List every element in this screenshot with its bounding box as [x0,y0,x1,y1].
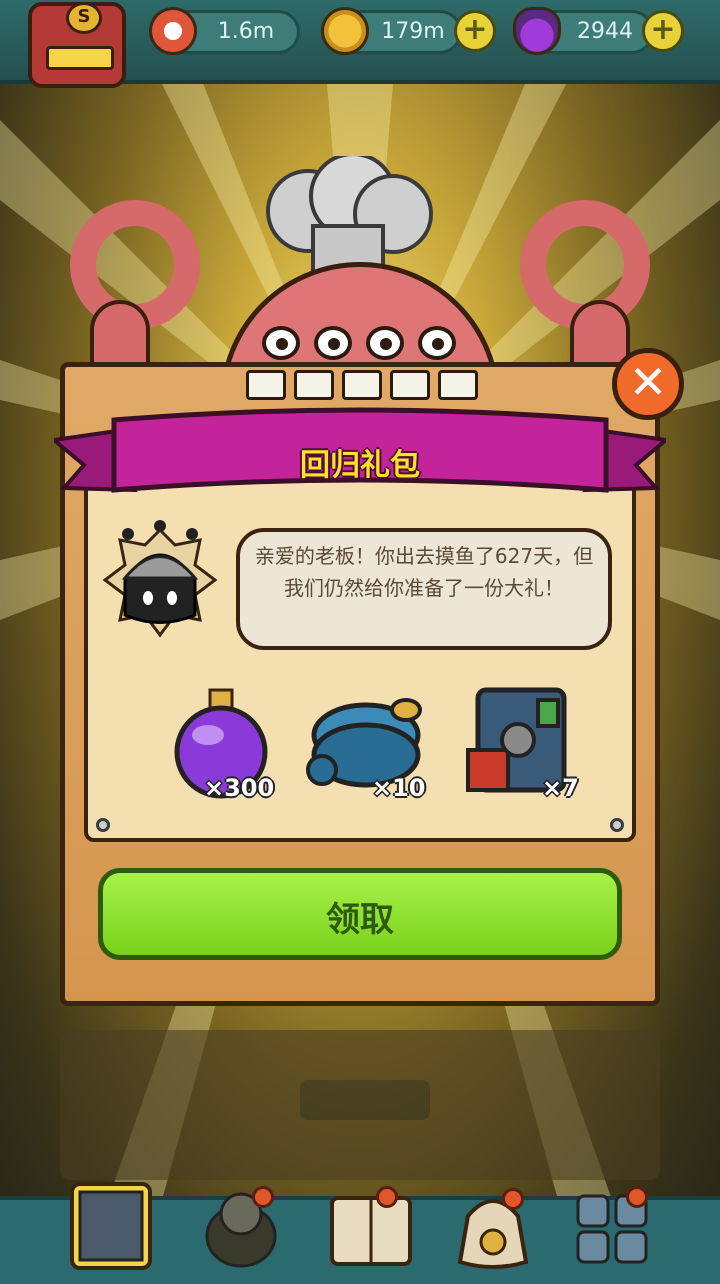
rank-letter: S [66,2,102,34]
octopus-tooth-icon [438,370,478,400]
octopus-eye-icon [366,326,404,360]
coins-counter: 179m [321,7,462,55]
nav-staff-button[interactable] [196,1176,286,1272]
coins-value: 179m [381,19,445,44]
welcome-message: 亲爱的老板！你出去摸鱼了627天，但我们仍然给你准备了一份大礼！ [254,544,594,600]
shop-icon [70,1182,152,1270]
potions-value: 2944 [577,19,633,44]
nav-book-button[interactable] [326,1176,416,1272]
rank-badge[interactable]: S [28,2,126,88]
octopus-tooth-icon [390,370,430,400]
octopus-tooth-icon [246,370,286,400]
close-button[interactable]: ✕ [612,348,684,420]
reward-quantity: ×10 [372,774,426,802]
octopus-eye-icon [314,326,352,360]
potion-icon [513,7,561,55]
notification-dot [376,1186,398,1208]
reward-quantity: ×7 [542,774,579,802]
coin-icon [321,7,369,55]
notification-dot [626,1186,648,1208]
add-potions-button[interactable]: + [642,10,684,52]
claim-button-label[interactable]: 领取 [98,892,622,941]
bag-icon [457,1199,529,1269]
add-coins-button[interactable]: + [454,10,496,52]
notification-dot [502,1188,524,1210]
dialog-title: 回归礼包 [300,448,420,483]
badge-grill-icon [46,46,114,70]
potions-counter: 2944 [513,7,654,55]
octopus-eye-icon [262,326,300,360]
book-icon [330,1196,412,1266]
staff-icon [205,1192,277,1268]
nav-bag-button[interactable] [448,1176,538,1272]
notification-dot [252,1186,274,1208]
eyes-counter: 1.6m [149,7,300,55]
octopus-eye-icon [418,326,456,360]
chef-hat-icon [266,156,433,276]
speaker-avatar [102,520,218,638]
nav-shop-button[interactable] [66,1176,156,1272]
nav-grid-button[interactable] [568,1176,658,1272]
reward-quantity: ×300 [204,774,275,802]
eyes-value: 1.6m [217,19,275,44]
rivet-icon [610,818,624,832]
octopus-tooth-icon [342,370,382,400]
octopus-tooth-icon [294,370,334,400]
rivet-icon [96,818,110,832]
eyeball-icon [149,7,197,55]
